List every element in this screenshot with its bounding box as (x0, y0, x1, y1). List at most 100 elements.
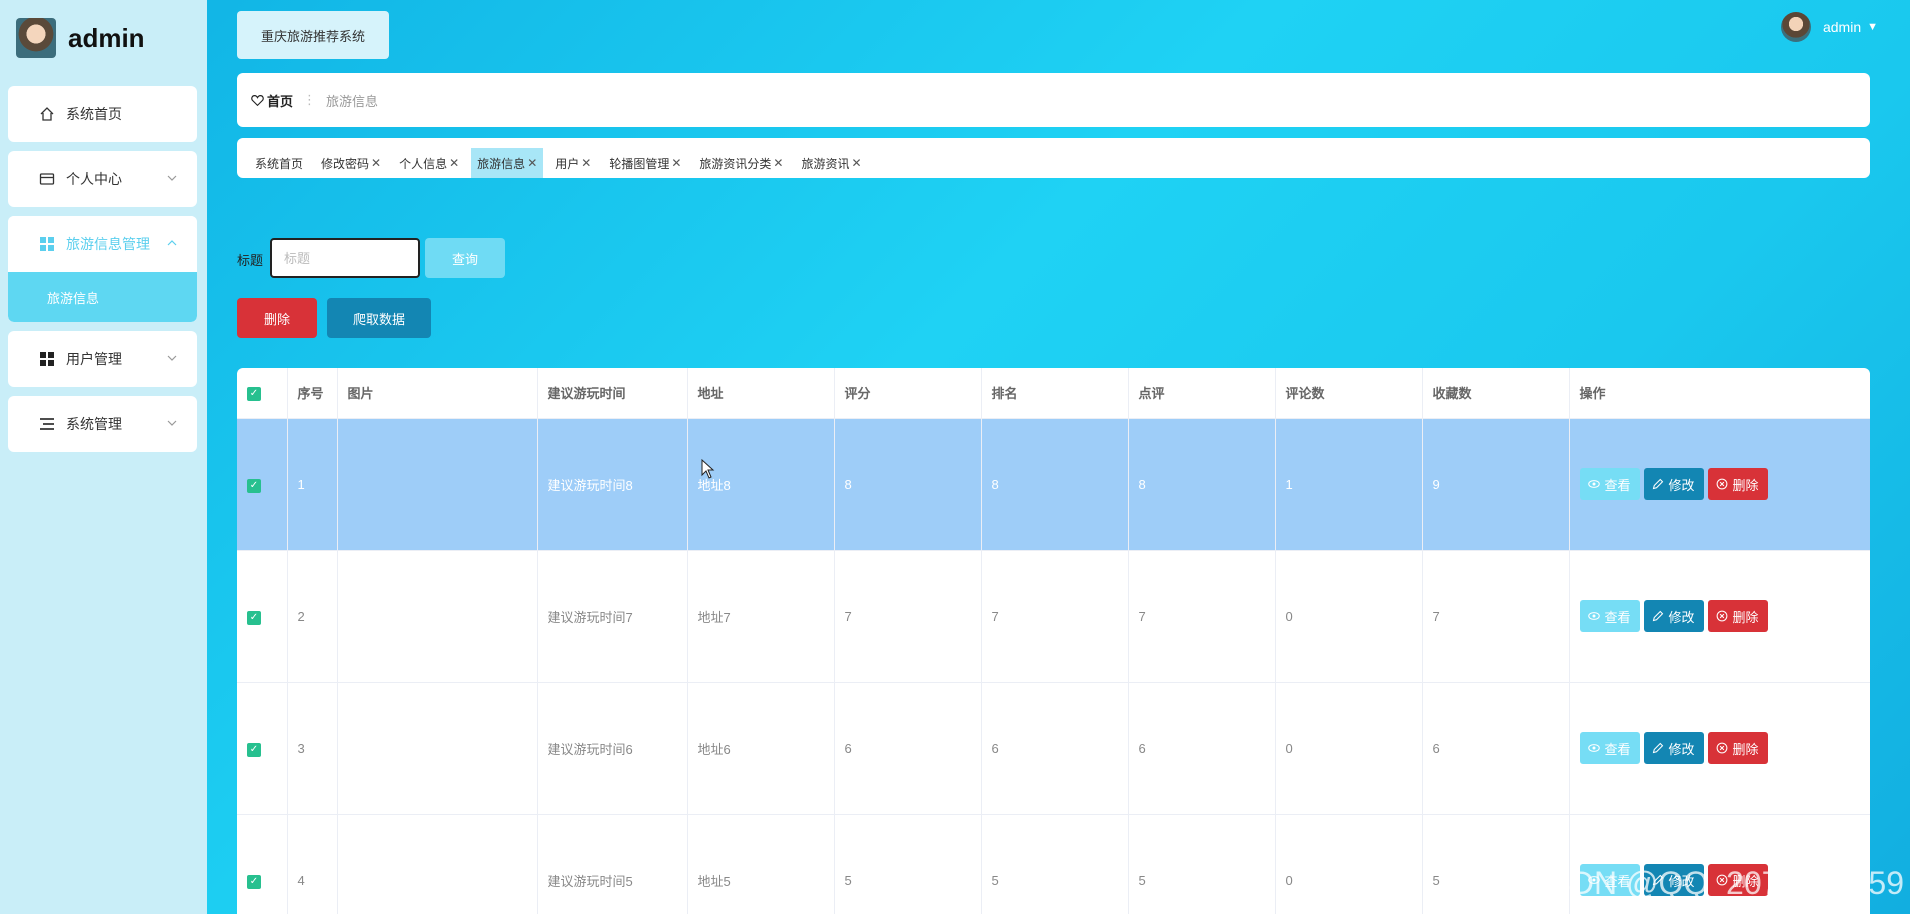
sidebar-item-user-management[interactable]: 用户管理 (8, 331, 197, 387)
tag-personal-info[interactable]: 个人信息 ✕ (393, 148, 465, 178)
table-header-row: ✓ 序号 图片 建议游玩时间 地址 评分 排名 点评 评论数 收藏数 操作 (237, 368, 1870, 419)
cell-review: 7 (1128, 550, 1276, 683)
sidebar-item-personal-center[interactable]: 个人中心 (8, 151, 197, 207)
close-icon[interactable]: ✕ (527, 156, 537, 170)
edit-button[interactable]: 修改 (1643, 600, 1704, 632)
close-icon[interactable]: ✕ (671, 156, 681, 170)
close-icon[interactable]: ✕ (581, 156, 591, 170)
tag-home[interactable]: 系统首页 (249, 148, 309, 178)
sidebar-item-label: 用户管理 (66, 351, 122, 367)
column-header: 评分 (834, 368, 982, 419)
cell-no: 2 (287, 550, 338, 683)
close-icon[interactable]: ✕ (773, 156, 783, 170)
edit-button[interactable]: 修改 (1643, 468, 1704, 500)
card-icon (38, 170, 56, 188)
sidebar-item-home[interactable]: 系统首页 (8, 86, 197, 142)
table-row[interactable]: ✓ 3 建议游玩时间6 地址6 6 6 6 0 6 查看 修改 删除 (237, 682, 1870, 815)
sidebar-item-travel-management[interactable]: 旅游信息管理 (8, 216, 197, 272)
chevron-up-icon (167, 238, 177, 251)
tag-user[interactable]: 用户 ✕ (549, 148, 597, 178)
view-button[interactable]: 查看 (1579, 468, 1640, 500)
cell-no: 1 (287, 418, 338, 551)
cell-time: 建议游玩时间8 (537, 418, 688, 551)
eye-icon (1588, 612, 1601, 620)
pencil-icon (1653, 478, 1664, 490)
home-icon (38, 105, 56, 123)
cell-image (337, 682, 538, 815)
cell-ops: 查看 修改 删除 (1569, 418, 1870, 551)
close-icon[interactable]: ✕ (449, 156, 459, 170)
close-icon[interactable]: ✕ (852, 156, 862, 170)
sidebar-item-label: 系统管理 (66, 416, 122, 432)
tag-travel-info[interactable]: 旅游信息 ✕ (471, 148, 544, 178)
tag-news-category[interactable]: 旅游资讯分类 ✕ (693, 148, 789, 178)
cell-no: 3 (287, 682, 338, 815)
checkbox-icon[interactable]: ✓ (247, 874, 261, 889)
tag-change-password[interactable]: 修改密码 ✕ (315, 148, 387, 178)
view-label: 查看 (1604, 741, 1631, 757)
cell-rank: 5 (981, 814, 1129, 914)
tag-label: 轮播图管理 (609, 156, 670, 171)
user-menu[interactable]: admin ▼ (1780, 12, 1878, 42)
table-row[interactable]: ✓ 1 建议游玩时间8 地址8 8 8 8 1 9 查看 修改 删除 (237, 418, 1870, 551)
row-select-cell[interactable]: ✓ (237, 418, 288, 551)
row-select-cell[interactable]: ✓ (237, 550, 288, 683)
cell-no: 4 (287, 814, 338, 914)
mouse-cursor-icon (701, 459, 715, 479)
cell-address: 地址6 (687, 682, 835, 815)
breadcrumb-separator: ⋮ (303, 92, 317, 107)
delete-button[interactable]: 删除 (1707, 600, 1768, 632)
delete-button[interactable]: 删除 (1707, 732, 1768, 764)
brand: admin (16, 18, 145, 58)
view-button[interactable]: 查看 (1579, 732, 1640, 764)
crawl-data-button[interactable]: 爬取数据 (327, 298, 431, 338)
delete-label: 删除 (1732, 741, 1759, 757)
checkbox-icon[interactable]: ✓ (247, 742, 261, 757)
batch-delete-button[interactable]: 删除 (237, 298, 317, 338)
edit-button[interactable]: 修改 (1643, 732, 1704, 764)
cell-image (337, 550, 538, 683)
brand-username: admin (68, 22, 145, 53)
system-title-button[interactable]: 重庆旅游推荐系统 (237, 11, 389, 59)
column-header: 建议游玩时间 (537, 368, 688, 419)
close-icon[interactable]: ✕ (371, 156, 381, 170)
tag-label: 个人信息 (399, 156, 448, 171)
sidebar-item-system-management[interactable]: 系统管理 (8, 396, 197, 452)
row-select-cell[interactable]: ✓ (237, 682, 288, 815)
query-button[interactable]: 查询 (425, 238, 505, 278)
search-label: 标题 (237, 253, 264, 268)
table-row[interactable]: ✓ 2 建议游玩时间7 地址7 7 7 7 0 7 查看 修改 删除 (237, 550, 1870, 683)
select-all-cell[interactable]: ✓ (237, 368, 288, 419)
cell-address: 地址8 (687, 418, 835, 551)
cell-review: 8 (1128, 418, 1276, 551)
cell-address: 地址5 (687, 814, 835, 914)
tag-label: 旅游资讯 (801, 156, 850, 171)
tag-news[interactable]: 旅游资讯 ✕ (795, 148, 867, 178)
view-button[interactable]: 查看 (1579, 600, 1640, 632)
checkbox-icon[interactable]: ✓ (247, 610, 261, 625)
title-search-input[interactable] (270, 238, 420, 278)
cell-time: 建议游玩时间7 (537, 550, 688, 683)
list-icon (38, 415, 56, 433)
sidebar-item-label: 旅游信息管理 (66, 236, 150, 252)
breadcrumb-home[interactable]: 首页 (251, 91, 293, 110)
cell-comments: 0 (1275, 814, 1423, 914)
data-table: ✓ 序号 图片 建议游玩时间 地址 评分 排名 点评 评论数 收藏数 操作 ✓ … (237, 368, 1870, 914)
tag-carousel[interactable]: 轮播图管理 ✕ (603, 148, 687, 178)
row-select-cell[interactable]: ✓ (237, 814, 288, 914)
checkbox-icon[interactable]: ✓ (247, 478, 261, 493)
tag-label: 修改密码 (321, 156, 370, 171)
sidebar-item-label: 个人中心 (66, 171, 122, 187)
tag-label: 用户 (555, 156, 580, 171)
cell-score: 6 (834, 682, 982, 815)
view-label: 查看 (1604, 609, 1631, 625)
sidebar-item-label: 系统首页 (66, 106, 122, 122)
view-label: 查看 (1604, 477, 1631, 493)
cell-favorites: 7 (1422, 550, 1570, 683)
checkbox-icon[interactable]: ✓ (247, 387, 261, 402)
cell-comments: 1 (1275, 418, 1423, 551)
delete-button[interactable]: 删除 (1707, 468, 1768, 500)
sidebar-subitem-travel-info[interactable]: 旅游信息 (8, 272, 197, 322)
tag-label: 系统首页 (255, 156, 304, 171)
breadcrumb: 首页 ⋮ 旅游信息 (237, 73, 1870, 127)
